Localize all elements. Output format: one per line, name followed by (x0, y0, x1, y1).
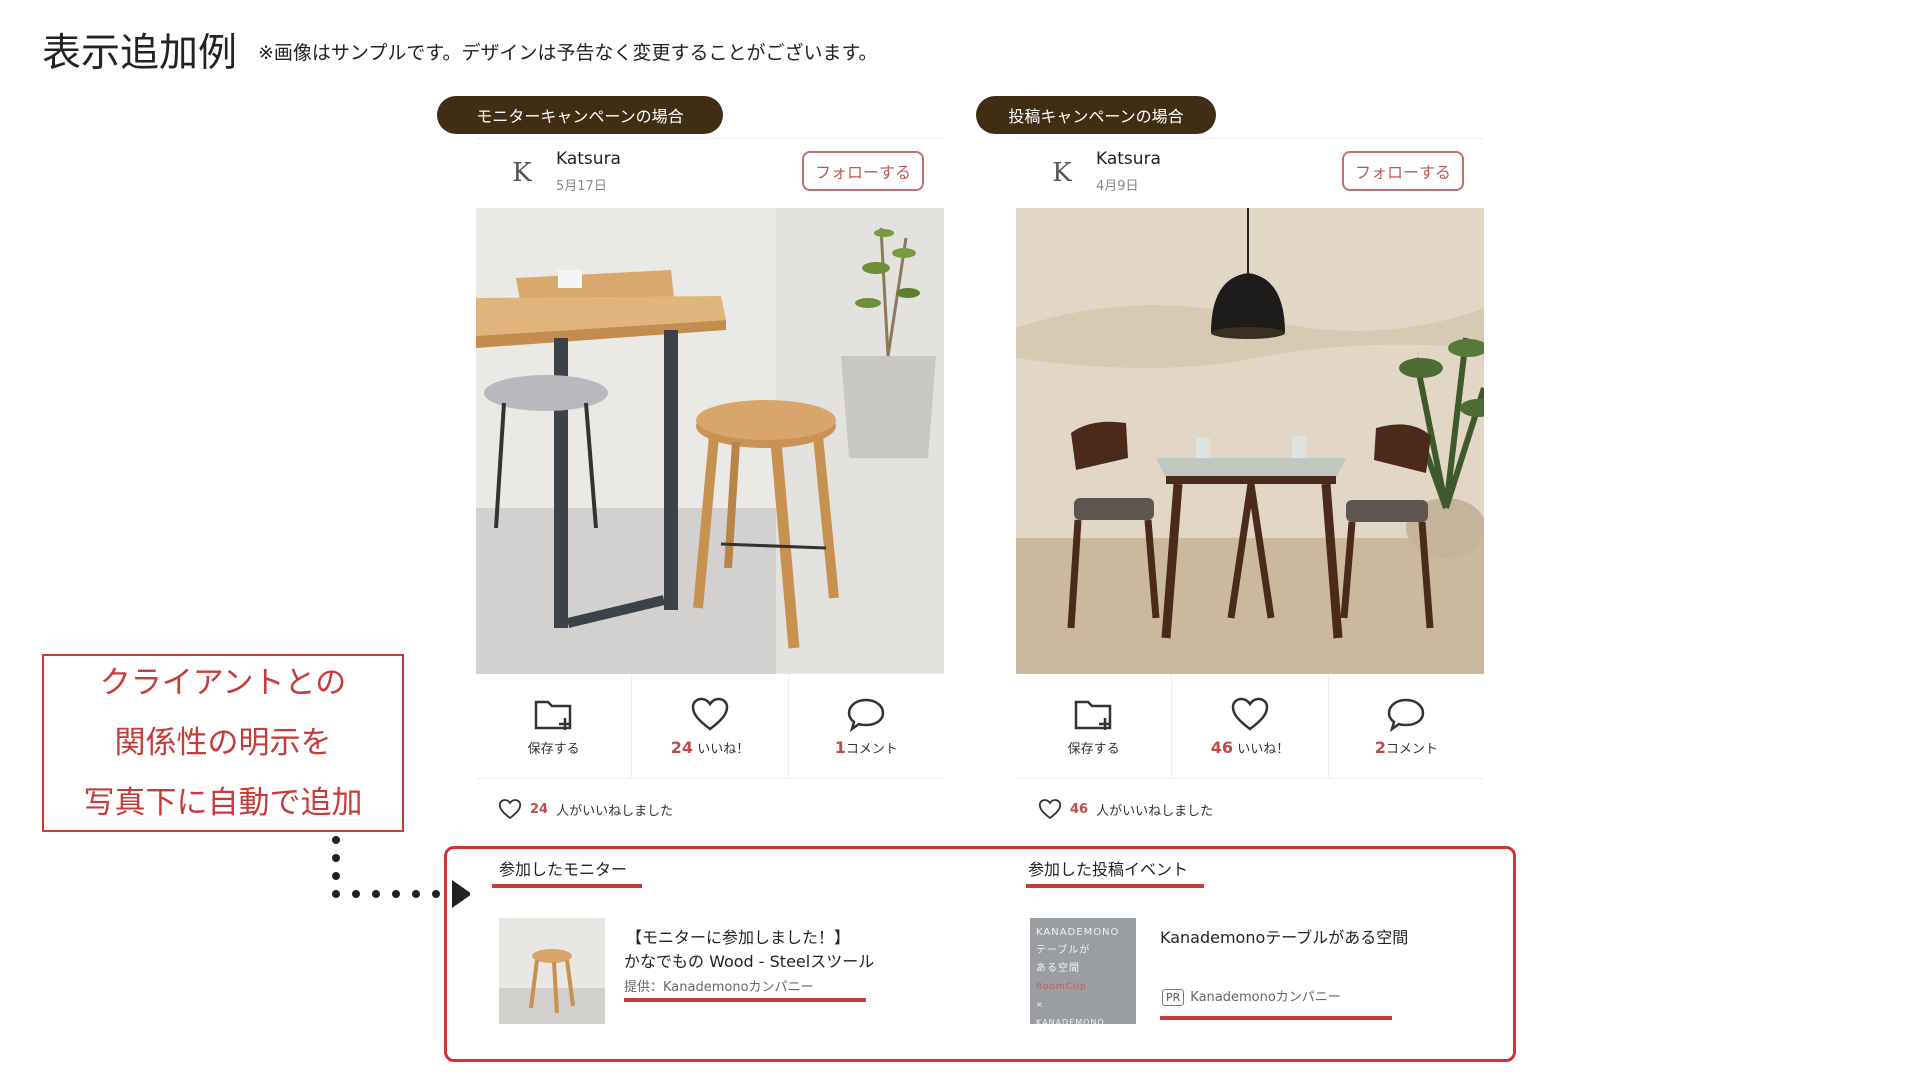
follow-button[interactable]: フォローする (802, 151, 924, 191)
comment-icon (848, 698, 885, 732)
monitor-title-underline (492, 884, 642, 888)
monitor-entry-line1[interactable]: 【モニターに参加しました！】 (626, 926, 850, 950)
user-avatar[interactable]: K (1050, 159, 1074, 187)
likes-summary: 24 人がいいねしました (498, 798, 673, 820)
likes-summary: 46 人がいいねしました (1038, 798, 1213, 820)
post-photo[interactable] (476, 208, 944, 674)
disclaimer-note: ※画像はサンプルです。デザインは予告なく変更することがございます。 (258, 42, 878, 64)
heart-outline-icon (498, 799, 522, 820)
event-thumbnail[interactable]: KANADEMONO テーブルが ある空間 RoomClip × KANADEM… (1030, 918, 1136, 1024)
callout-line-3: 写真下に自動で追加 (83, 785, 363, 821)
stool-thumbnail-image (499, 918, 605, 1024)
comment-icon (1388, 698, 1425, 732)
follow-button[interactable]: フォローする (1342, 151, 1464, 191)
dining-table-stool-photo (476, 208, 944, 674)
monitor-thumbnail[interactable] (499, 918, 605, 1024)
save-label: 保存する (1067, 741, 1120, 757)
like-button[interactable]: 46 いいね！ (1172, 674, 1329, 778)
comment-text: コメント (845, 741, 898, 757)
monitor-entry-underline (624, 998, 866, 1002)
like-label: 46 いいね！ (1211, 738, 1289, 757)
like-label: 24 いいね！ (671, 738, 749, 757)
like-button[interactable]: 24 いいね！ (632, 674, 789, 778)
user-name[interactable]: Katsura (556, 149, 621, 169)
comment-count: 2 (1374, 737, 1386, 757)
event-section-title: 参加した投稿イベント (1028, 860, 1189, 879)
folder-plus-icon (534, 700, 571, 730)
comment-count: 1 (834, 737, 846, 757)
like-count: 24 (670, 737, 694, 757)
user-avatar[interactable]: K (510, 159, 534, 187)
thumb-text-5: × (1036, 1000, 1044, 1009)
action-bar: 保存する 24 いいね！ 1コメント (476, 674, 944, 779)
comment-button[interactable]: 1コメント (789, 674, 944, 778)
callout-line-1: クライアントとの (99, 665, 347, 701)
comment-button[interactable]: 2コメント (1329, 674, 1484, 778)
likes-summary-count: 46 (1070, 801, 1089, 817)
monitor-provider: 提供：Kanademonoカンパニー (624, 980, 814, 995)
comment-label: 1コメント (835, 738, 898, 757)
page-title: 表示追加例 (42, 31, 238, 76)
save-button[interactable]: 保存する (476, 674, 633, 778)
thumb-text-2: テーブルが (1036, 945, 1091, 956)
post-date: 5月17日 (556, 179, 607, 194)
likes-summary-text: 人がいいねしました (1096, 803, 1214, 819)
thumb-text-4: RoomClip (1036, 982, 1087, 992)
dining-set-photo (1016, 208, 1484, 674)
thumb-text-6: KANADEMONO (1036, 1018, 1105, 1024)
post-campaign-badge: 投稿キャンペーンの場合 (976, 96, 1216, 134)
event-thumb-text: KANADEMONO テーブルが ある空間 RoomClip × KANADEM… (1036, 924, 1119, 1024)
pr-badge: PR (1162, 989, 1185, 1006)
likes-summary-text: 人がいいねしました (556, 803, 674, 819)
likes-summary-count: 24 (530, 801, 549, 817)
like-count: 46 (1210, 737, 1234, 757)
heart-icon (691, 697, 729, 731)
post-date: 4月9日 (1096, 179, 1139, 194)
event-provider-line: PR Kanademonoカンパニー (1162, 986, 1341, 1006)
monitor-campaign-badge: モニターキャンペーンの場合 (437, 96, 723, 134)
monitor-entry-line2[interactable]: かなでもの Wood - Steelスツール (624, 950, 874, 974)
event-provider: Kanademonoカンパニー (1190, 990, 1341, 1005)
post-card-monitor: K Katsura 5月17日 フォローする 保存する 24 いいね！ 1コメン… (476, 138, 944, 828)
save-label: 保存する (527, 741, 580, 757)
thumb-text-1: KANADEMONO (1036, 927, 1120, 938)
comment-label: 2コメント (1375, 738, 1438, 757)
event-entry-underline (1160, 1016, 1392, 1020)
like-text: いいね！ (1237, 741, 1290, 757)
card-header: K Katsura 5月17日 フォローする (476, 138, 944, 207)
heart-outline-icon (1038, 799, 1062, 820)
action-bar: 保存する 46 いいね！ 2コメント (1016, 674, 1484, 779)
save-button[interactable]: 保存する (1016, 674, 1173, 778)
like-text: いいね！ (697, 741, 750, 757)
event-title-underline (1026, 884, 1204, 888)
folder-plus-icon (1074, 700, 1111, 730)
thumb-text-3: ある空間 (1036, 963, 1080, 974)
event-entry-title[interactable]: Kanademonoテーブルがある空間 (1160, 926, 1408, 950)
comment-text: コメント (1385, 741, 1438, 757)
card-header: K Katsura 4月9日 フォローする (1016, 138, 1484, 207)
heart-icon (1231, 697, 1269, 731)
post-photo[interactable] (1016, 208, 1484, 674)
callout-line-2: 関係性の明示を (114, 725, 332, 761)
callout-box: クライアントとの 関係性の明示を 写真下に自動で追加 (42, 654, 404, 832)
user-name[interactable]: Katsura (1096, 149, 1161, 169)
post-card-event: K Katsura 4月9日 フォローする 保存する 46 いいね！ 2コメント… (1016, 138, 1484, 828)
monitor-section-title: 参加したモニター (499, 860, 628, 879)
